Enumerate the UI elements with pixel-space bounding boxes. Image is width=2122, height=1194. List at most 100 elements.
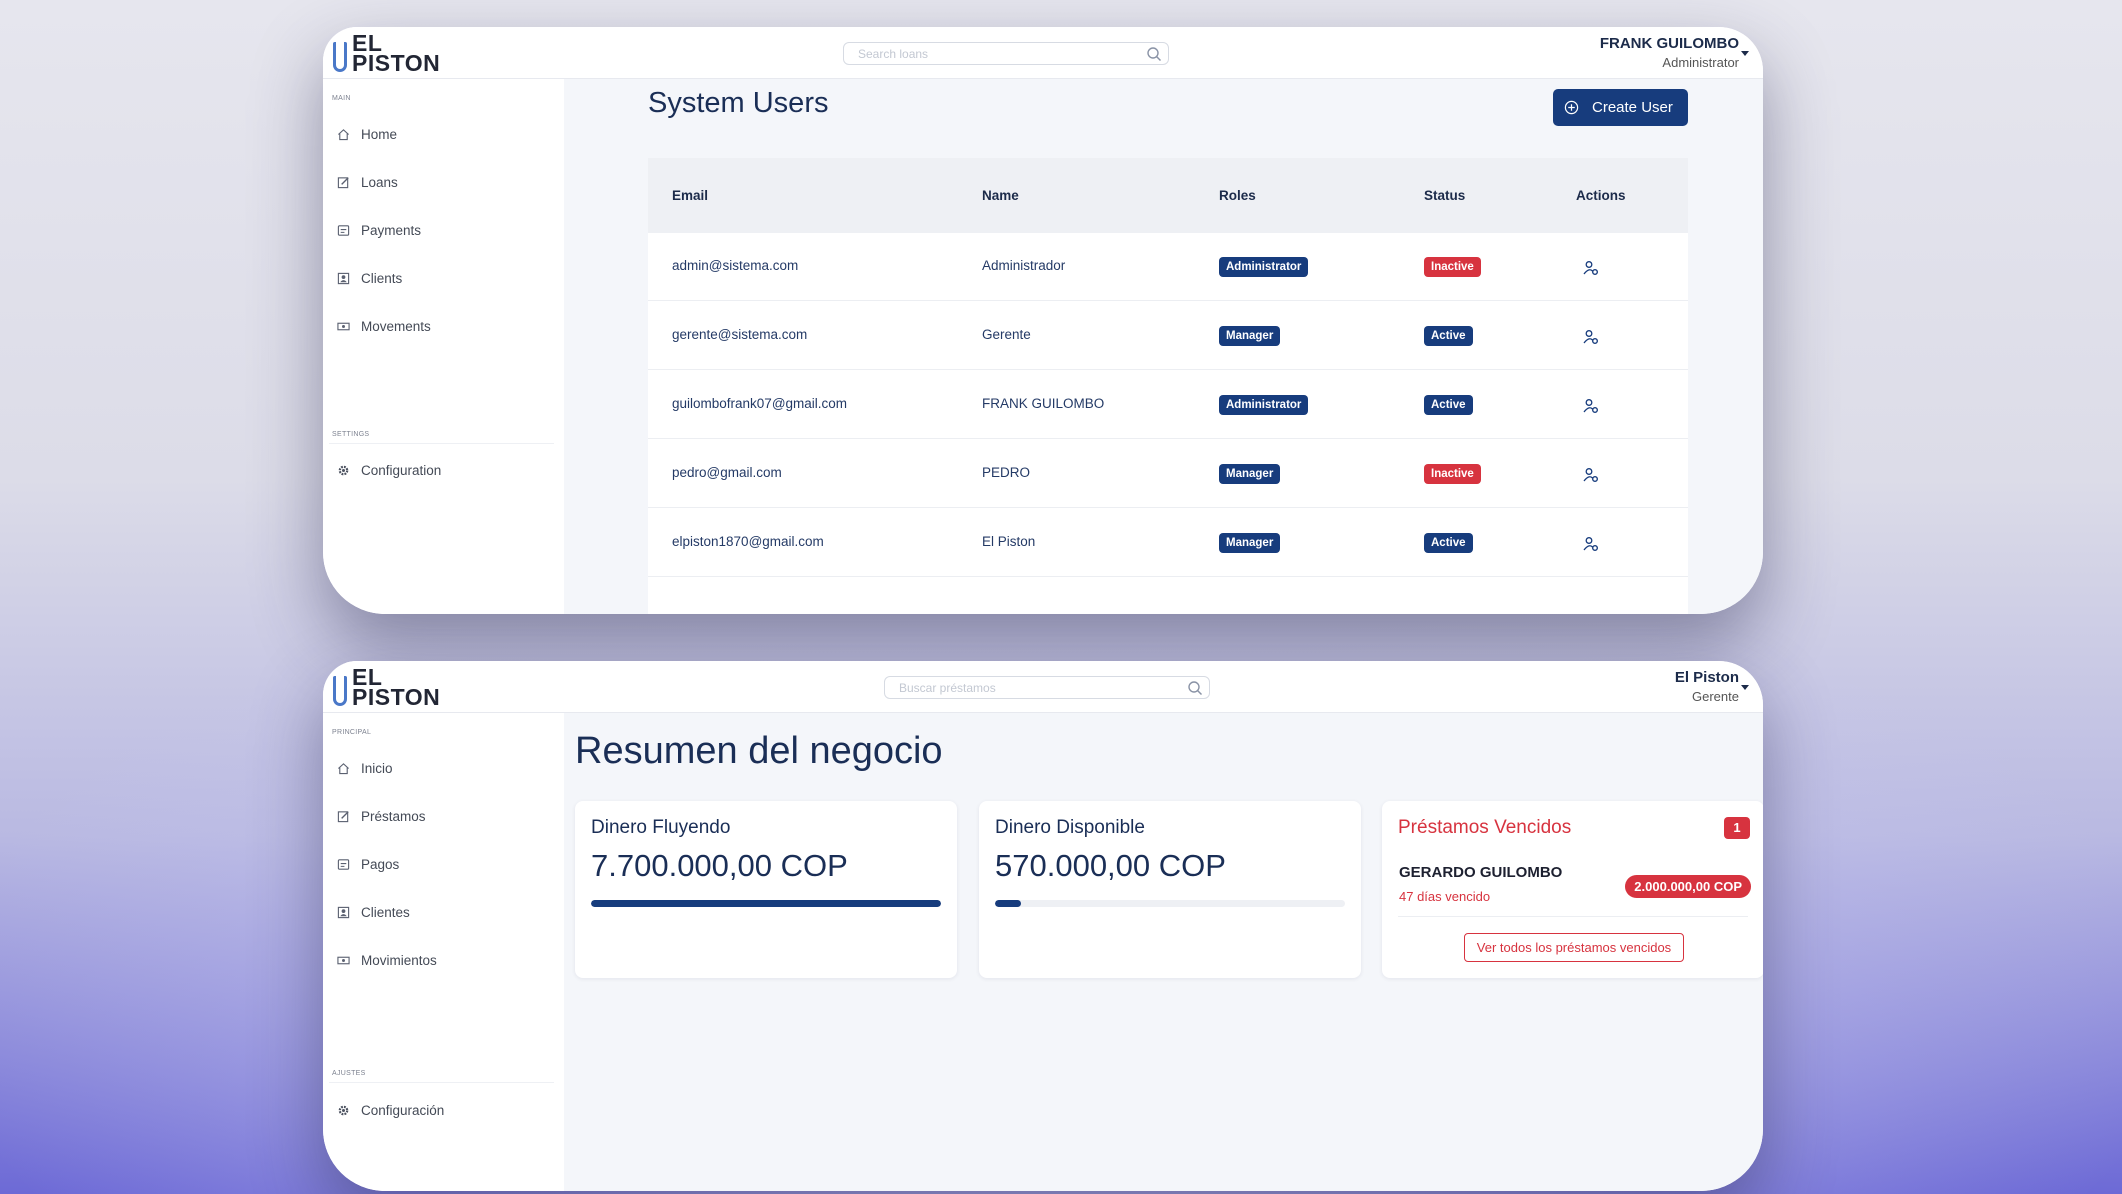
create-user-label: Create User xyxy=(1592,99,1673,116)
logo-text-line2: PISTON xyxy=(352,50,441,76)
column-header-name: Name xyxy=(982,188,1019,203)
sidebar-item-pagos[interactable]: Pagos xyxy=(337,853,552,877)
piston-logo-icon xyxy=(333,676,347,706)
user-settings-icon[interactable] xyxy=(1582,259,1600,277)
divider xyxy=(329,1082,554,1083)
create-user-button[interactable]: Create User xyxy=(1553,89,1688,126)
edit-icon xyxy=(337,177,349,189)
movements-icon xyxy=(337,322,350,331)
search-input[interactable] xyxy=(899,680,1179,696)
sidebar-item-label: Préstamos xyxy=(361,809,426,824)
sidebar: MAIN Home Loans Payments Clients Movemen… xyxy=(323,79,564,614)
search-input[interactable] xyxy=(858,46,1138,62)
user-menu[interactable]: FRANK GUILOMBO Administrator xyxy=(1600,35,1739,70)
sidebar-item-prestamos[interactable]: Préstamos xyxy=(337,805,552,829)
progress-bar xyxy=(995,900,1345,907)
sidebar-item-label: Clientes xyxy=(361,905,410,920)
card-dinero-fluyendo: Dinero Fluyendo 7.700.000,00 COP xyxy=(575,801,957,978)
search-icon[interactable] xyxy=(1146,46,1162,62)
cell-name: PEDRO xyxy=(982,465,1031,480)
table-row: elpiston1870@gmail.com El Piston Manager… xyxy=(648,509,1688,577)
plus-circle-icon xyxy=(1564,100,1579,115)
progress-fill xyxy=(591,900,941,907)
sidebar-item-clients[interactable]: Clients xyxy=(337,267,552,291)
column-header-email: Email xyxy=(672,188,709,203)
sidebar-item-loans[interactable]: Loans xyxy=(337,171,552,195)
cell-name: Administrador xyxy=(982,258,1066,273)
business-summary-window: EL PISTON El Piston Gerente PRINCIPAL In… xyxy=(323,661,1763,1191)
sidebar-item-movements[interactable]: Movements xyxy=(337,315,552,339)
top-bar: EL PISTON FRANK GUILOMBO Administrator xyxy=(323,27,1763,79)
status-badge: Active xyxy=(1424,395,1473,415)
sidebar-item-inicio[interactable]: Inicio xyxy=(337,757,552,781)
cell-email: admin@sistema.com xyxy=(672,258,799,273)
divider xyxy=(329,443,554,444)
user-menu[interactable]: El Piston Gerente xyxy=(1675,669,1739,704)
cell-name: El Piston xyxy=(982,534,1036,549)
user-name: FRANK GUILOMBO xyxy=(1599,35,1739,52)
cell-email: guilombofrank07@gmail.com xyxy=(672,396,848,411)
cell-email: pedro@gmail.com xyxy=(672,465,782,480)
movements-icon xyxy=(337,956,350,965)
edit-icon xyxy=(337,811,349,823)
overdue-count-badge: 1 xyxy=(1724,817,1750,839)
role-badge: Manager xyxy=(1219,533,1281,553)
cell-email: gerente@sistema.com xyxy=(672,327,808,342)
table-row: gerente@sistema.com Gerente Manager Acti… xyxy=(648,302,1688,370)
users-table: Email Name Roles Status Actions admin@si… xyxy=(648,158,1688,614)
user-settings-icon[interactable] xyxy=(1582,328,1600,346)
column-header-status: Status xyxy=(1424,188,1466,203)
card-dinero-disponible: Dinero Disponible 570.000,00 COP xyxy=(979,801,1361,978)
logo-text-line2: PISTON xyxy=(352,684,441,710)
cell-name: Gerente xyxy=(982,327,1031,342)
card-value: 570.000,00 COP xyxy=(995,848,1226,883)
user-settings-icon[interactable] xyxy=(1582,397,1600,415)
debtor-name: GERARDO GUILOMBO xyxy=(1399,864,1563,881)
cell-name: FRANK GUILOMBO xyxy=(982,396,1105,411)
sidebar-item-payments[interactable]: Payments xyxy=(337,219,552,243)
sidebar-item-movimientos[interactable]: Movimientos xyxy=(337,949,552,973)
sidebar-item-label: Clients xyxy=(361,271,403,286)
sidebar-item-configuracion[interactable]: Configuración xyxy=(337,1099,552,1123)
user-settings-icon[interactable] xyxy=(1582,535,1600,553)
table-row: pedro@gmail.com PEDRO Manager Inactive xyxy=(648,440,1688,508)
section-label-main: PRINCIPAL xyxy=(332,729,372,736)
page-title: System Users xyxy=(648,87,829,119)
section-label-main: MAIN xyxy=(332,95,351,102)
card-value: 7.700.000,00 COP xyxy=(591,848,848,883)
sidebar-item-home[interactable]: Home xyxy=(337,123,552,147)
payments-icon xyxy=(337,859,350,870)
sidebar-item-label: Movimientos xyxy=(361,953,437,968)
payments-icon xyxy=(337,225,350,236)
card-title: Dinero Disponible xyxy=(995,817,1145,838)
top-bar: EL PISTON El Piston Gerente xyxy=(323,661,1763,713)
logo: EL PISTON xyxy=(329,32,441,76)
view-all-overdue-button[interactable]: Ver todos los préstamos vencidos xyxy=(1464,933,1684,962)
user-role: Gerente xyxy=(1692,689,1739,704)
overdue-amount-badge: 2.000.000,00 COP xyxy=(1625,875,1751,898)
user-settings-icon[interactable] xyxy=(1582,466,1600,484)
role-badge: Manager xyxy=(1219,326,1281,346)
clients-icon xyxy=(337,272,350,285)
role-badge: Administrator xyxy=(1219,257,1309,277)
piston-logo-icon xyxy=(333,42,347,72)
chevron-down-icon[interactable] xyxy=(1741,51,1749,56)
home-icon xyxy=(338,763,349,775)
card-title: Préstamos Vencidos xyxy=(1398,817,1572,838)
sidebar-item-clientes[interactable]: Clientes xyxy=(337,901,552,925)
days-overdue: 47 días vencido xyxy=(1399,889,1491,904)
sidebar-item-label: Pagos xyxy=(361,857,400,872)
sidebar-item-label: Loans xyxy=(361,175,398,190)
chevron-down-icon[interactable] xyxy=(1741,685,1749,690)
cell-email: elpiston1870@gmail.com xyxy=(672,534,824,549)
sidebar: PRINCIPAL Inicio Préstamos Pagos Cliente… xyxy=(323,713,564,1191)
status-badge: Inactive xyxy=(1424,464,1481,484)
table-row: admin@sistema.com Administrador Administ… xyxy=(648,233,1688,301)
user-name: El Piston xyxy=(1674,669,1739,686)
clients-icon xyxy=(337,906,350,919)
column-header-roles: Roles xyxy=(1219,188,1256,203)
search-icon[interactable] xyxy=(1187,680,1203,696)
sidebar-item-label: Movements xyxy=(361,319,431,334)
sidebar-item-configuration[interactable]: Configuration xyxy=(337,459,552,483)
column-header-actions: Actions xyxy=(1576,188,1626,203)
